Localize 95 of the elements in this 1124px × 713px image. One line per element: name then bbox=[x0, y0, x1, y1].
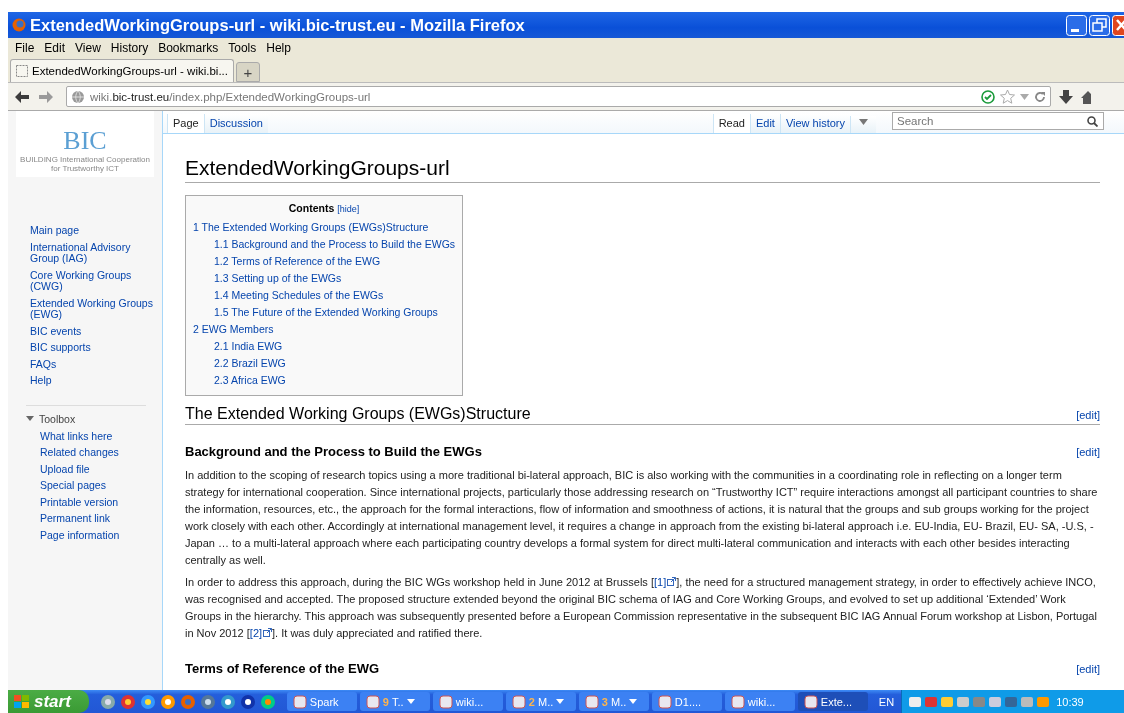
app-icon bbox=[803, 694, 818, 709]
language-indicator[interactable]: EN bbox=[874, 695, 899, 708]
logo-text: BIC bbox=[63, 129, 107, 153]
hide-link[interactable]: [hide] bbox=[337, 203, 360, 216]
edit-link[interactable]: [edit] bbox=[1076, 409, 1100, 421]
sidebar-link[interactable]: Extended Working Groups (EWG) bbox=[30, 297, 154, 321]
dropdown-icon[interactable] bbox=[1020, 93, 1029, 100]
check-icon[interactable] bbox=[981, 89, 995, 104]
url-text: wiki.bic-trust.eu/index.php/ExtendedWorkingGroups-url bbox=[90, 90, 371, 103]
menu-item[interactable]: Tools bbox=[223, 41, 262, 55]
browser-tab[interactable]: ExtendedWorkingGroups-url - wiki.bi... bbox=[10, 59, 234, 82]
new-tab-button[interactable]: + bbox=[236, 62, 260, 82]
window-title: ExtendedWorkingGroups-url - wiki.bic-trust.eu - Mozilla Firefox bbox=[30, 15, 526, 35]
menu-item[interactable]: History bbox=[105, 41, 154, 55]
sidebar-link[interactable]: Main page bbox=[30, 225, 154, 237]
contents-link[interactable]: 2.2 Brazil EWG bbox=[214, 357, 456, 370]
toolbox-link[interactable]: What links here bbox=[40, 430, 162, 442]
edit-link[interactable]: [edit] bbox=[1076, 663, 1100, 675]
contents-link[interactable]: 1.4 Meeting Schedules of the EWGs bbox=[214, 289, 456, 302]
taskbar-button[interactable]: 3 M.. bbox=[578, 692, 649, 711]
logo-tagline: BUILDING International Cooperation for Trustworthy ICT bbox=[19, 155, 151, 173]
star-icon[interactable] bbox=[1000, 89, 1015, 104]
clock: 10:39 bbox=[1056, 695, 1084, 708]
toolbox-link[interactable]: Printable version bbox=[40, 496, 162, 508]
toolbox-toggle[interactable]: Toolbox bbox=[26, 404, 146, 425]
paragraph: In order to address this approach, during the BIC WGs workshop held in June 2012 at Brussels [[1] ], the need for a structured management strategy, in order to effectively achieve INCO, was recognised and accepted. The proposed structure extended beyond the original BIC schema of IAG and Core Working Groups, and evolved to set up additional ‘Extended’ Work Groups in the hierarchy. This approach was subsequently presented before a European Commission representative in the subsequent BIC IAG Annual Forum workshop at Lisbon, Portugal in Nov 2012 [[2] ]. It was duly appreciated and ratified there. bbox=[185, 575, 1098, 641]
search-icon[interactable] bbox=[1087, 115, 1098, 127]
taskbar-button[interactable]: Exte... bbox=[797, 692, 868, 711]
restore-icon[interactable] bbox=[1089, 14, 1110, 36]
contents-link[interactable]: 1.1 Background and the Process to Build the EWGs bbox=[214, 238, 456, 251]
edit-link[interactable]: [edit] bbox=[1076, 446, 1100, 458]
home-icon[interactable] bbox=[1081, 89, 1091, 104]
menu-item[interactable]: Help bbox=[261, 41, 296, 55]
app-icon bbox=[730, 694, 745, 709]
taskbar-button[interactable]: 9 T.. bbox=[359, 692, 430, 711]
caret-icon bbox=[26, 415, 34, 422]
toolbox-link[interactable]: Permanent link bbox=[40, 513, 162, 525]
search-field[interactable]: Search bbox=[892, 111, 1104, 130]
menu-item[interactable]: View bbox=[70, 41, 106, 55]
reload-icon[interactable] bbox=[1034, 90, 1046, 103]
page-tab[interactable]: Page bbox=[167, 114, 204, 133]
taskbar-button[interactable]: 2 M.. bbox=[505, 692, 576, 711]
contents-link[interactable]: 1.5 The Future of the Extended Working Groups bbox=[214, 306, 456, 319]
contents-link[interactable]: 1.3 Setting up of the EWGs bbox=[214, 272, 456, 285]
toolbox-link[interactable]: Related changes bbox=[40, 447, 162, 459]
app-icon bbox=[365, 694, 380, 709]
page-title: ExtendedWorkingGroups-url bbox=[185, 156, 1100, 183]
contents-link[interactable]: 1.2 Terms of Reference of the EWG bbox=[214, 255, 456, 268]
taskbar-button[interactable]: D1.... bbox=[651, 692, 722, 711]
sidebar-link[interactable]: International Advisory Group (IAG) bbox=[30, 241, 154, 265]
more-menu-button[interactable] bbox=[850, 116, 876, 133]
sidebar-link[interactable]: Help bbox=[30, 375, 154, 387]
external-link-icon bbox=[263, 628, 273, 637]
app-icon bbox=[584, 694, 599, 709]
toolbox-link[interactable]: Upload file bbox=[40, 463, 162, 475]
address-field[interactable]: wiki.bic-trust.eu/index.php/ExtendedWorkingGroups-url bbox=[66, 86, 1051, 107]
caret-icon bbox=[859, 119, 868, 125]
menu-item[interactable]: Edit bbox=[39, 41, 71, 55]
download-icon[interactable] bbox=[1059, 89, 1073, 104]
app-icon bbox=[511, 694, 526, 709]
contents-link[interactable]: 1 The Extended Working Groups (EWGs)Structure bbox=[193, 221, 456, 234]
section-heading: The Extended Working Groups (EWGs)Structure bbox=[185, 405, 531, 423]
close-icon[interactable] bbox=[1112, 14, 1124, 36]
contents-title: Contents bbox=[288, 202, 335, 214]
section-heading: Terms of Reference of the EWG bbox=[185, 661, 380, 676]
contents-link[interactable]: 2.1 India EWG bbox=[214, 340, 456, 353]
section-heading: Background and the Process to Build the EWGs bbox=[185, 444, 482, 459]
page-tab[interactable]: Edit bbox=[749, 114, 780, 133]
sidebar-link[interactable]: Core Working Groups (CWG) bbox=[30, 269, 154, 293]
taskbar-button[interactable]: Spark bbox=[286, 692, 357, 711]
page-tab[interactable]: Discussion bbox=[203, 114, 268, 133]
forward-icon[interactable] bbox=[38, 89, 54, 104]
page-tab[interactable]: View history bbox=[779, 114, 850, 133]
taskbar-button[interactable]: wiki... bbox=[432, 692, 503, 711]
back-icon[interactable] bbox=[14, 89, 30, 104]
menu-item[interactable]: Bookmarks bbox=[153, 41, 224, 55]
sidebar-link[interactable]: BIC events bbox=[30, 325, 154, 337]
menu-item[interactable]: File bbox=[10, 41, 40, 55]
sidebar-link[interactable]: FAQs bbox=[30, 358, 154, 370]
minimize-icon[interactable] bbox=[1066, 14, 1087, 36]
contents-link[interactable]: 2 EWG Members bbox=[193, 323, 456, 336]
app-icon bbox=[292, 694, 307, 709]
paragraph: In addition to the scoping of research topics using a more traditional bi-lateral approach, BIC is also working with the communities in a coordinating role in reflecting on a longer term strategy for international cooperation. Since international projects, particularly those addressing research on “Trustworthy ICT” require interactions amongst all participant countries to share the information, resources, etc., the approach for the formal interactions, flow of information and smoothness of actions, it is natural that the groups and sub groups working for the project work closely with each other. Accordingly at international management level, it requires a change in approach from the existing bi-lateral approach i.e. EU-India, EU- Brazil, EU- SA, -U.S, -Japan … to a multi-lateral approach where each participating country develops a formal system for direct multi-lateral communication and interacts with each other besides interacting centrally as well. bbox=[185, 468, 1099, 568]
toolbox-link[interactable]: Page information bbox=[40, 529, 162, 541]
page-icon bbox=[16, 65, 28, 77]
contents-link[interactable]: 2.3 Africa EWG bbox=[214, 374, 456, 387]
reference-link[interactable]: [1] bbox=[654, 576, 677, 588]
page-tab[interactable]: Read bbox=[712, 114, 750, 133]
app-icon bbox=[438, 694, 453, 709]
toolbox-link[interactable]: Special pages bbox=[40, 480, 162, 492]
taskbar-button[interactable]: wiki... bbox=[724, 692, 795, 711]
sidebar-link[interactable]: BIC supports bbox=[30, 342, 154, 354]
app-icon bbox=[657, 694, 672, 709]
external-link-icon bbox=[667, 577, 677, 586]
windows-flag-icon bbox=[14, 694, 30, 709]
